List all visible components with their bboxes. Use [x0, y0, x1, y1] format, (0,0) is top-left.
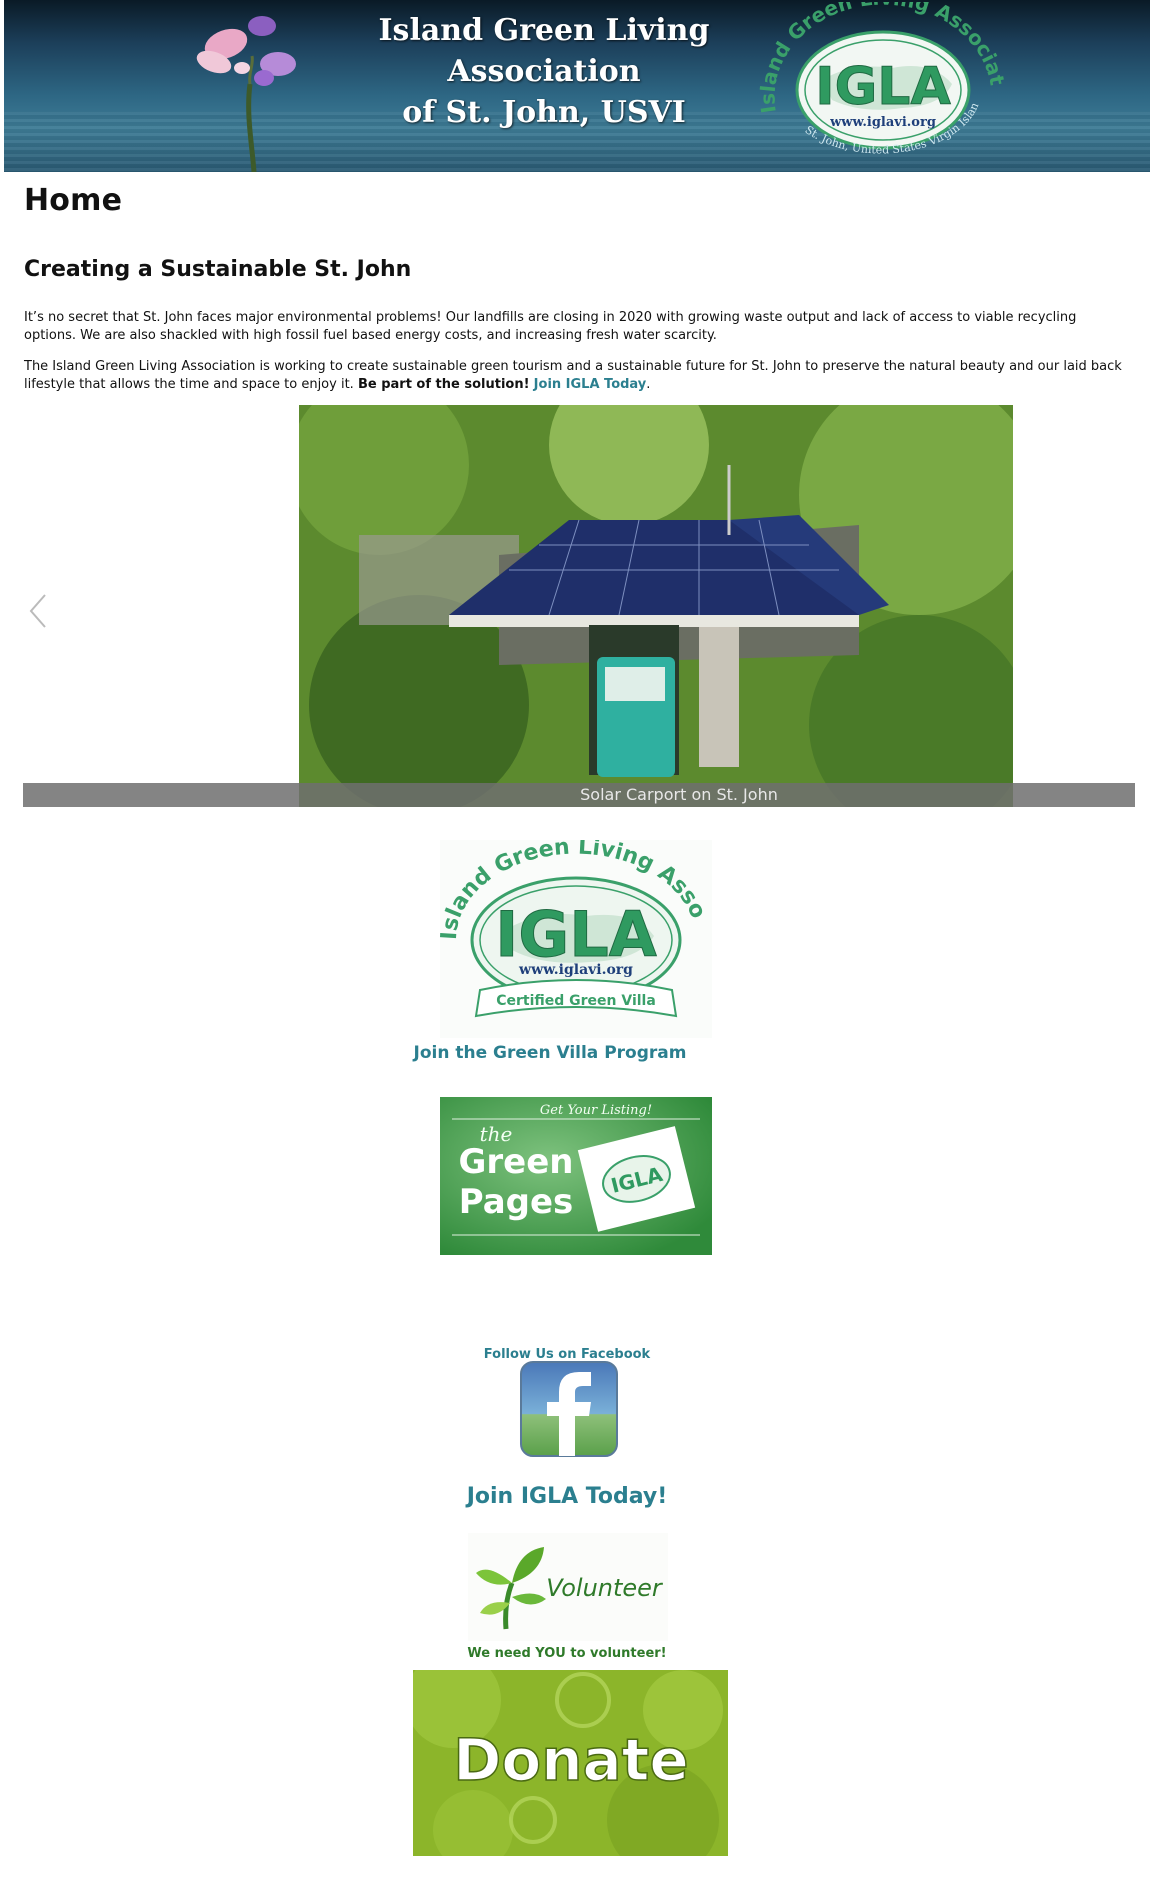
- volunteer-image[interactable]: Volunteer: [468, 1533, 668, 1641]
- site-title-line1: Island Green Living Association: [378, 13, 710, 89]
- donate-button[interactable]: Donate: [413, 1670, 728, 1856]
- intro-paragraph-2-end: .: [646, 377, 651, 392]
- site-title-line2: of St. John, USVI: [402, 95, 686, 130]
- facebook-icon[interactable]: [519, 1360, 619, 1458]
- badge-mark: IGLA: [495, 898, 656, 971]
- page-title: Home: [24, 183, 123, 218]
- intro-paragraph-2: The Island Green Living Association is w…: [24, 358, 1124, 394]
- green-pages-line2: Pages: [459, 1182, 574, 1222]
- green-pages-line1: Green: [459, 1142, 574, 1182]
- slide-photo: [299, 405, 1013, 807]
- slide-caption: Solar Carport on St. John: [580, 785, 778, 804]
- volunteer-caption-wrap: We need YOU to volunteer!: [0, 1642, 1142, 1661]
- green-villa-badge[interactable]: Island Green Living Association IGLA www…: [440, 840, 712, 1038]
- donate-label: Donate: [453, 1726, 688, 1794]
- solar-carport-image: [299, 405, 1013, 807]
- intro-paragraph-1: It’s no secret that St. John faces major…: [24, 310, 1077, 343]
- volunteer-word: Volunteer: [546, 1574, 664, 1602]
- intro-paragraph-2-bold: Be part of the solution!: [357, 377, 530, 392]
- green-pages-banner[interactable]: Get Your Listing! the Green Pages IGLA: [440, 1097, 712, 1255]
- slider-prev-arrow-icon[interactable]: [27, 591, 51, 631]
- logo-mark: IGLA: [815, 57, 950, 117]
- green-villa-link[interactable]: Join the Green Villa Program: [414, 1043, 687, 1063]
- badge-ribbon-text: Certified Green Villa: [496, 993, 656, 1009]
- green-villa-link-wrap: Join the Green Villa Program: [0, 1043, 1125, 1063]
- join-igla-link[interactable]: Join IGLA Today: [534, 377, 647, 392]
- badge-url: www.iglavi.org: [518, 962, 633, 978]
- page-subtitle: Creating a Sustainable St. John: [24, 257, 412, 282]
- volunteer-caption: We need YOU to volunteer!: [467, 1646, 667, 1661]
- join-today-wrap: Join IGLA Today!: [0, 1484, 1142, 1509]
- site-title: Island Green Living Association of St. J…: [284, 10, 804, 133]
- logo-url: www.iglavi.org: [829, 115, 936, 130]
- green-pages-top: Get Your Listing!: [540, 1103, 652, 1118]
- header-banner: Island Green Living Association of St. J…: [4, 0, 1150, 172]
- igla-logo[interactable]: Island Green Living Association IGLA www…: [752, 2, 1014, 168]
- join-igla-today-link[interactable]: Join IGLA Today!: [467, 1484, 668, 1509]
- image-slider: Solar Carport on St. John: [23, 405, 1135, 807]
